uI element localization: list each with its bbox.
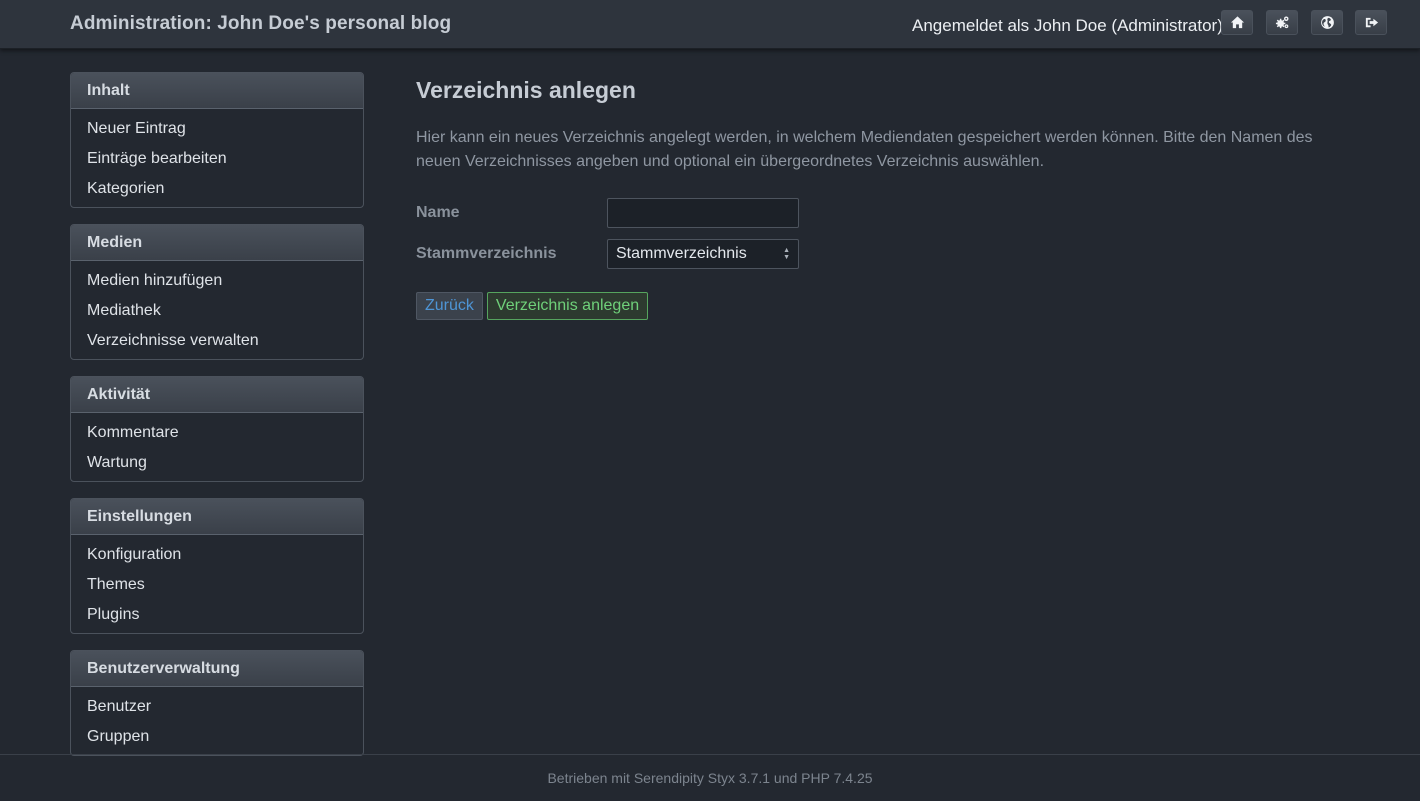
site-title: Administration: John Doe's personal blog <box>70 13 452 34</box>
sidebar-section-benutzerverwaltung: Benutzerverwaltung Benutzer Gruppen <box>70 650 364 756</box>
globe-icon <box>1320 16 1334 29</box>
back-button[interactable]: Zurück <box>416 292 483 320</box>
home-icon <box>1230 16 1244 29</box>
intro-text: Hier kann ein neues Verzeichnis angelegt… <box>416 129 1313 170</box>
form-buttons: Zurück Verzeichnis anlegen <box>416 292 649 320</box>
name-label: Name <box>416 204 460 221</box>
parent-dir-label: Stammverzeichnis <box>416 245 557 262</box>
sidebar-section-einstellungen: Einstellungen Konfiguration Themes Plugi… <box>70 498 364 634</box>
sidebar-item-kategorien[interactable]: Kategorien <box>71 174 363 204</box>
name-row: Name <box>416 198 799 228</box>
sidebar-item-benutzer[interactable]: Benutzer <box>71 692 363 722</box>
select-arrows-icon: ▲ ▼ <box>783 247 790 261</box>
top-bar: Administration: John Doe's personal blog… <box>0 0 1420 49</box>
sidebar-item-medien-hinzufuegen[interactable]: Medien hinzufügen <box>71 266 363 296</box>
settings-button[interactable] <box>1266 10 1298 35</box>
sidebar-item-neuer-eintrag[interactable]: Neuer Eintrag <box>71 114 363 144</box>
logout-button[interactable] <box>1355 10 1387 35</box>
sidebar-section-title: Inhalt <box>71 73 363 109</box>
parent-dir-select[interactable]: Stammverzeichnis ▲ ▼ <box>607 239 799 269</box>
sidebar-section-title: Medien <box>71 225 363 261</box>
sidebar-section-title: Einstellungen <box>71 499 363 535</box>
parent-dir-row: Stammverzeichnis Stammverzeichnis ▲ ▼ <box>416 239 799 269</box>
sidebar: Inhalt Neuer Eintrag Einträge bearbeiten… <box>70 72 364 772</box>
sidebar-item-themes[interactable]: Themes <box>71 570 363 600</box>
top-icon-bar <box>1221 10 1387 35</box>
sidebar-item-verzeichnisse-verwalten[interactable]: Verzeichnisse verwalten <box>71 326 363 356</box>
sidebar-item-konfiguration[interactable]: Konfiguration <box>71 540 363 570</box>
sidebar-item-plugins[interactable]: Plugins <box>71 600 363 630</box>
page-title: Verzeichnis anlegen <box>416 77 636 103</box>
user-status: Angemeldet als John Doe (Administrator) <box>912 16 1223 35</box>
name-input[interactable] <box>607 198 799 228</box>
sidebar-section-title: Benutzerverwaltung <box>71 651 363 687</box>
cogs-icon <box>1275 16 1288 29</box>
sidebar-section-medien: Medien Medien hinzufügen Mediathek Verze… <box>70 224 364 360</box>
sidebar-item-gruppen[interactable]: Gruppen <box>71 722 363 752</box>
sidebar-item-wartung[interactable]: Wartung <box>71 448 363 478</box>
view-blog-button[interactable] <box>1311 10 1343 35</box>
create-directory-button[interactable]: Verzeichnis anlegen <box>486 292 649 320</box>
main-content: Verzeichnis anlegen Hier kann ein neues … <box>416 76 1346 320</box>
sidebar-section-title: Aktivität <box>71 377 363 413</box>
sidebar-section-inhalt: Inhalt Neuer Eintrag Einträge bearbeiten… <box>70 72 364 208</box>
parent-dir-selected-value: Stammverzeichnis <box>616 245 747 262</box>
sidebar-item-mediathek[interactable]: Mediathek <box>71 296 363 326</box>
sidebar-item-eintraege-bearbeiten[interactable]: Einträge bearbeiten <box>71 144 363 174</box>
sidebar-item-kommentare[interactable]: Kommentare <box>71 418 363 448</box>
sign-out-icon <box>1365 17 1378 28</box>
footer: Betrieben mit Serendipity Styx 3.7.1 und… <box>0 754 1420 801</box>
sidebar-section-aktivitaet: Aktivität Kommentare Wartung <box>70 376 364 482</box>
home-button[interactable] <box>1221 10 1253 35</box>
